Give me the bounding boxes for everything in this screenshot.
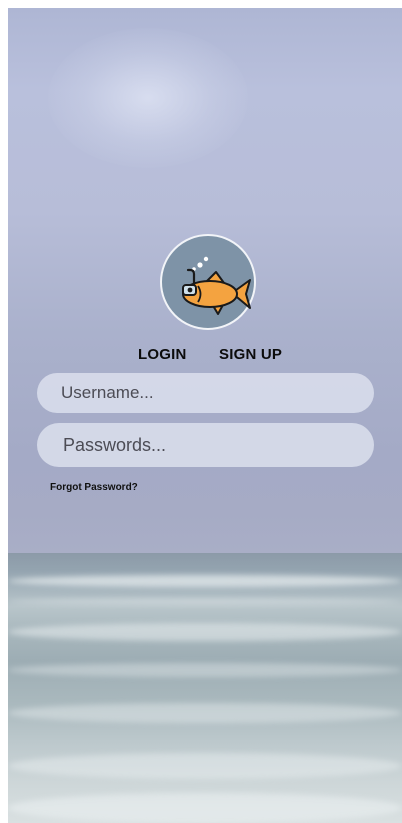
wave-foam	[8, 703, 402, 723]
username-input[interactable]	[37, 373, 374, 413]
wave-foam	[8, 575, 402, 587]
forgot-password-link[interactable]: Forgot Password?	[50, 482, 138, 493]
password-input[interactable]	[37, 423, 374, 467]
sky-glow	[48, 28, 248, 168]
wave-foam	[8, 793, 402, 823]
wave-foam	[8, 623, 402, 641]
wave-foam	[8, 753, 402, 779]
wave-foam	[8, 663, 402, 677]
tab-signup[interactable]: SIGN UP	[219, 346, 282, 363]
tab-login[interactable]: LOGIN	[138, 346, 187, 363]
login-screen: LOGIN SIGN UP Forgot Password?	[8, 8, 402, 823]
ocean-background	[8, 553, 402, 823]
fish-snorkel-icon	[182, 256, 251, 315]
wave-foam	[8, 598, 402, 605]
app-logo	[160, 234, 256, 330]
